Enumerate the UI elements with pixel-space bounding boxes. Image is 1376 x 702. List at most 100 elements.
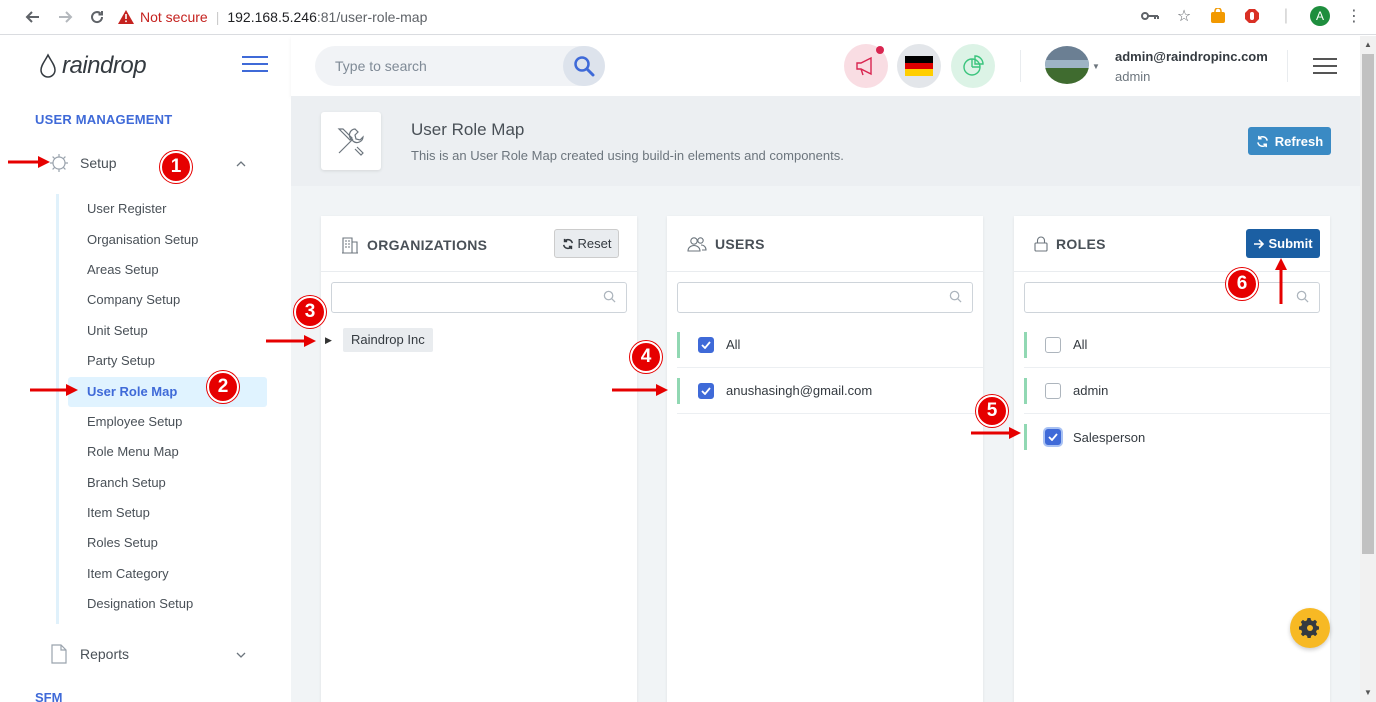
key-icon[interactable] — [1140, 6, 1160, 26]
role-row-label: Salesperson — [1073, 429, 1146, 445]
sidebar-subitem-party-setup[interactable]: Party Setup — [68, 346, 267, 376]
row-accent-bar — [1024, 424, 1027, 450]
user-all-checkbox[interactable] — [698, 336, 714, 353]
users-icon — [687, 237, 707, 252]
sidebar-subitem-organisation-setup[interactable]: Organisation Setup — [68, 225, 267, 255]
refresh-label: Refresh — [1274, 133, 1324, 149]
user-row-anushasingh[interactable]: anushasingh@gmail.com — [677, 368, 983, 414]
users-search-input[interactable] — [677, 282, 973, 313]
back-icon[interactable] — [22, 6, 44, 28]
page-subtitle: This is an User Role Map created using b… — [411, 148, 844, 163]
search-icon — [1296, 290, 1309, 303]
sidebar-subitem-item-category[interactable]: Item Category — [68, 559, 267, 589]
role-checkbox[interactable] — [1045, 429, 1061, 445]
annotation-badge-6: 6 — [1226, 268, 1258, 300]
role-row-admin[interactable]: admin — [1024, 368, 1330, 414]
browser-toolbar: Not secure | 192.168.5.246:81/user-role-… — [0, 0, 1376, 35]
expand-triangle-icon[interactable]: ▶ — [325, 335, 337, 346]
sidebar-item-reports[interactable]: Reports — [48, 640, 258, 668]
search-icon[interactable] — [563, 46, 605, 86]
annotation-arrow-6 — [1275, 258, 1287, 304]
forward-icon[interactable] — [54, 6, 76, 28]
arrow-right-icon — [1254, 238, 1265, 249]
sidebar-item-setup[interactable]: Setup — [48, 149, 258, 177]
user-row-all[interactable]: All — [677, 322, 983, 368]
annotation-badge-4: 4 — [630, 341, 662, 373]
raindrop-logo-icon — [40, 53, 56, 78]
sidebar-subitem-unit-setup[interactable]: Unit Setup — [68, 316, 267, 346]
section-heading-user-management: USER MANAGEMENT — [35, 112, 173, 127]
sidebar-subitem-roles-setup[interactable]: Roles Setup — [68, 528, 267, 558]
reload-icon[interactable] — [86, 6, 108, 28]
header-divider — [1287, 50, 1288, 82]
user-row-label: All — [726, 337, 741, 352]
row-accent-bar — [677, 377, 680, 404]
role-checkbox[interactable] — [1045, 382, 1061, 399]
users-title: USERS — [715, 236, 765, 252]
profile-initial: A — [1310, 6, 1330, 26]
analytics-button[interactable] — [951, 44, 995, 88]
sidebar-subitem-designation-setup[interactable]: Designation Setup — [68, 589, 267, 619]
check-icon — [701, 386, 711, 395]
profile-avatar[interactable]: A — [1310, 6, 1330, 26]
search-box[interactable]: Type to search — [315, 46, 605, 86]
tree-node-label[interactable]: Raindrop Inc — [343, 328, 433, 352]
header-menu-icon[interactable] — [1313, 58, 1337, 79]
gear-icon — [1299, 618, 1319, 638]
sidebar-item-label: Reports — [80, 646, 130, 662]
section-heading-sfm: SFM — [35, 690, 63, 702]
kebab-menu-icon[interactable]: ⋮ — [1344, 6, 1364, 26]
notification-dot — [876, 46, 884, 54]
reset-button[interactable]: Reset — [554, 229, 619, 258]
card-title: ROLES — [1034, 236, 1106, 252]
role-all-checkbox[interactable] — [1045, 336, 1061, 353]
announcement-button[interactable] — [844, 44, 888, 88]
sidebar-toggle-icon[interactable] — [242, 56, 268, 77]
page-scrollbar[interactable]: ▲ ▼ — [1360, 36, 1376, 702]
users-card: USERS All anushasingh@gmail.com — [667, 216, 983, 702]
row-accent-bar — [1024, 377, 1027, 404]
sidebar-subitem-branch-setup[interactable]: Branch Setup — [68, 468, 267, 498]
check-icon — [701, 340, 711, 349]
language-button[interactable] — [897, 44, 941, 88]
lock-icon — [1034, 236, 1048, 252]
role-row-label: admin — [1073, 383, 1109, 398]
refresh-button[interactable]: Refresh — [1248, 127, 1331, 155]
roles-title: ROLES — [1056, 236, 1106, 252]
tree-node-raindrop-inc[interactable]: ▶ Raindrop Inc — [325, 328, 433, 352]
page-title: User Role Map — [411, 120, 525, 139]
annotation-badge-1: 1 — [160, 151, 192, 183]
scroll-down-arrow-icon[interactable]: ▼ — [1364, 688, 1372, 697]
search-input[interactable]: Type to search — [335, 46, 427, 86]
organizations-search-input[interactable] — [331, 282, 627, 313]
user-checkbox[interactable] — [698, 382, 714, 399]
sidebar-subitem-role-menu-map[interactable]: Role Menu Map — [68, 437, 267, 467]
toolbar-divider: | — [1283, 7, 1289, 24]
shopping-bag-icon[interactable] — [1208, 6, 1228, 26]
sidebar-subitem-item-setup[interactable]: Item Setup — [68, 498, 267, 528]
submit-button[interactable]: Submit — [1246, 229, 1320, 258]
annotation-arrow-4 — [612, 384, 668, 396]
security-label: Not secure — [140, 9, 208, 25]
sidebar-item-label: Setup — [80, 155, 117, 171]
role-row-salesperson[interactable]: Salesperson — [1024, 414, 1330, 460]
address-bar[interactable]: Not secure | 192.168.5.246:81/user-role-… — [118, 4, 427, 30]
adblock-icon[interactable] — [1242, 6, 1262, 26]
role-row-all[interactable]: All — [1024, 322, 1330, 368]
caret-down-icon[interactable]: ▼ — [1092, 62, 1100, 71]
sidebar: raindrop USER MANAGEMENT Setup User Regi… — [18, 36, 291, 702]
sidebar-subitem-employee-setup[interactable]: Employee Setup — [68, 407, 267, 437]
avatar[interactable] — [1045, 46, 1089, 84]
scroll-up-arrow-icon[interactable]: ▲ — [1364, 40, 1372, 49]
sidebar-subitem-areas-setup[interactable]: Areas Setup — [68, 255, 267, 285]
star-icon[interactable]: ☆ — [1174, 6, 1194, 26]
user-email: admin@raindropinc.com — [1115, 49, 1268, 64]
settings-fab[interactable] — [1290, 608, 1330, 648]
sidebar-subitem-company-setup[interactable]: Company Setup — [68, 285, 267, 315]
annotation-arrow-2 — [30, 384, 78, 396]
scrollbar-thumb[interactable] — [1362, 54, 1374, 554]
card-header: USERS — [667, 216, 983, 272]
app-logo[interactable]: raindrop — [38, 46, 147, 86]
card-title: ORGANIZATIONS — [341, 236, 487, 254]
sidebar-subitem-user-register[interactable]: User Register — [68, 194, 267, 224]
